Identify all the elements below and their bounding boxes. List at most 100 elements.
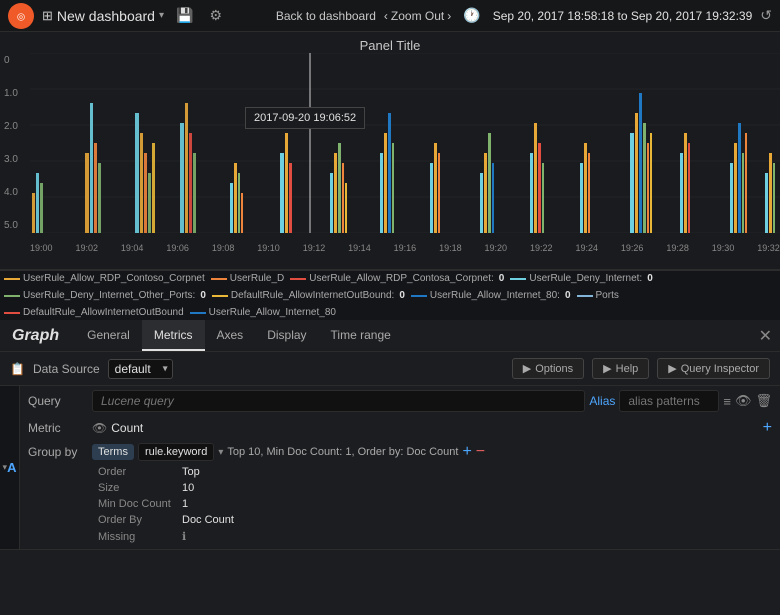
order-value: Top (182, 466, 200, 478)
legend-value-deny-other: 0 (200, 290, 206, 301)
legend-label-deny: UserRule_Deny_Internet: (529, 273, 642, 284)
legend-label-ports: Ports (596, 290, 619, 301)
legend-item-deny[interactable]: UserRule_Deny_Internet: 0 (510, 273, 652, 284)
legend-label-1: UserRule_D (230, 273, 284, 284)
missing-info-icon[interactable]: ℹ (182, 530, 186, 543)
tab-axes[interactable]: Axes (205, 320, 256, 351)
legend-item-allow-internet[interactable]: UserRule_Allow_Internet_80 (190, 307, 336, 318)
x-label-12: 19:24 (575, 243, 598, 253)
tab-general[interactable]: General (75, 320, 142, 351)
dashboard-breadcrumb[interactable]: ⊞ New dashboard ▾ (42, 8, 164, 24)
legend-color-0 (4, 278, 20, 280)
y-label-3: 3.0 (4, 154, 26, 165)
tooltip-time: 2017-09-20 19:06:52 (254, 112, 356, 124)
metric-eye-icon[interactable]: 👁 (92, 421, 107, 435)
query-eye-icon[interactable]: 👁 (735, 393, 752, 409)
sub-field-min-doc: Min Doc Count 1 (98, 496, 772, 512)
time-range-display: Sep 20, 2017 18:58:18 to Sep 20, 2017 19… (493, 9, 753, 23)
options-btn[interactable]: ▶ Options (512, 358, 584, 379)
legend-color-allow80 (411, 295, 427, 297)
y-label-5: 5.0 (4, 220, 26, 231)
tab-metrics[interactable]: Metrics (142, 320, 205, 351)
metric-label: Metric (28, 421, 88, 435)
y-label-2: 2.0 (4, 121, 26, 132)
chart-bars: // We'll generate bars via SVG rects inl… (30, 53, 780, 233)
dashboard-grid-icon: ⊞ (42, 8, 53, 24)
legend-item-ports[interactable]: Ports (577, 290, 619, 301)
alias-btn[interactable]: Alias (589, 394, 615, 408)
groupby-remove-btn[interactable]: − (476, 443, 485, 461)
zoom-out-btn[interactable]: ‹ Zoom Out › (384, 9, 451, 23)
x-label-4: 19:08 (212, 243, 235, 253)
legend-value-allow80: 0 (565, 290, 571, 301)
legend-item-default-out[interactable]: DefaultRule_AllowInternetOutBound (4, 307, 184, 318)
alias-input[interactable] (619, 390, 719, 412)
x-label-10: 19:20 (485, 243, 508, 253)
chart-title: Panel Title (0, 32, 780, 53)
refresh-icon[interactable]: ↺ (760, 7, 772, 24)
help-arrow-icon: ▶ (603, 362, 611, 375)
size-label: Size (98, 482, 178, 494)
legend-item-allow80[interactable]: UserRule_Allow_Internet_80: 0 (411, 290, 571, 301)
query-letter: A (7, 460, 16, 475)
legend-item-0[interactable]: UserRule_Allow_RDP_Contoso_Corpnet (4, 273, 205, 284)
settings-icon[interactable]: ⚙ (205, 7, 226, 24)
x-label-3: 19:06 (166, 243, 189, 253)
groupby-add-btn[interactable]: + (462, 443, 471, 461)
x-label-13: 19:26 (621, 243, 644, 253)
x-label-16: 19:32 (757, 243, 780, 253)
clock-icon: 🕐 (459, 7, 484, 24)
query-inspector-btn[interactable]: ▶ Query Inspector (657, 358, 770, 379)
chart-canvas: 5.0 4.0 3.0 2.0 1.0 0 (0, 53, 780, 253)
x-label-1: 19:02 (75, 243, 98, 253)
legend-value-default: 0 (399, 290, 405, 301)
tab-display[interactable]: Display (255, 320, 318, 351)
legend-item-rdp[interactable]: UserRule_Allow_RDP_Contosa_Corpnet: 0 (290, 273, 504, 284)
size-value: 10 (182, 482, 194, 494)
sub-field-size: Size 10 (98, 480, 772, 496)
missing-label: Missing (98, 531, 178, 543)
back-to-dashboard-btn[interactable]: Back to dashboard (276, 9, 376, 23)
legend-item-default[interactable]: DefaultRule_AllowInternetOutBound: 0 (212, 290, 405, 301)
legend-color-default (212, 295, 228, 297)
datasource-label: Data Source (33, 362, 100, 376)
sub-field-order-by: Order By Doc Count (98, 512, 772, 528)
x-label-6: 19:12 (303, 243, 326, 253)
left-arrow-icon: ‹ (384, 9, 388, 23)
dashboard-title: New dashboard (57, 8, 155, 24)
legend-value-rdp: 0 (499, 273, 505, 284)
datasource-select[interactable]: default (108, 359, 173, 379)
help-btn[interactable]: ▶ Help (592, 358, 649, 379)
legend-label-rdp: UserRule_Allow_RDP_Contosa_Corpnet: (309, 273, 494, 284)
y-label-1: 1.0 (4, 88, 26, 99)
chart-legend: UserRule_Allow_RDP_Contoso_Corpnet UserR… (0, 270, 780, 320)
groupby-field[interactable]: rule.keyword (138, 443, 214, 461)
options-arrow-icon: ▶ (523, 362, 531, 375)
panel-close-btn[interactable]: ✕ (759, 320, 780, 351)
order-by-label: Order By (98, 514, 178, 526)
x-label-0: 19:00 (30, 243, 53, 253)
right-arrow-icon: › (447, 9, 451, 23)
grafana-logo[interactable]: ◎ (8, 3, 34, 29)
y-axis: 5.0 4.0 3.0 2.0 1.0 0 (0, 53, 30, 233)
legend-item-deny-other[interactable]: UserRule_Deny_Internet_Other_Ports: 0 (4, 290, 206, 301)
x-axis: 19:00 19:02 19:04 19:06 19:08 19:10 19:1… (30, 243, 780, 253)
query-input[interactable] (92, 390, 585, 412)
x-label-14: 19:28 (666, 243, 689, 253)
tab-time-range[interactable]: Time range (319, 320, 403, 351)
top-nav: ◎ ⊞ New dashboard ▾ 💾 ⚙ Back to dashboar… (0, 0, 780, 32)
datasource-row: 📋 Data Source default ▶ Options ▶ Help ▶… (0, 352, 780, 386)
metric-row: Metric 👁 Count + (28, 416, 772, 440)
query-body: Query Alias ≡ 👁 🗑 Metric 👁 Count + Grou (20, 386, 780, 549)
x-label-8: 19:16 (394, 243, 417, 253)
groupby-tag[interactable]: Terms (92, 444, 134, 460)
save-icon[interactable]: 💾 (172, 7, 197, 24)
breadcrumb-chevron: ▾ (159, 10, 164, 21)
query-toggle-icon[interactable]: ≡ (723, 394, 731, 409)
query-delete-icon[interactable]: 🗑 (755, 393, 772, 409)
chart-area: Panel Title 5.0 4.0 3.0 2.0 1.0 0 (0, 32, 780, 270)
datasource-select-wrap: default (108, 359, 173, 379)
legend-item-1[interactable]: UserRule_D (211, 273, 284, 284)
metric-add-btn[interactable]: + (763, 419, 772, 437)
groupby-dropdown-icon[interactable]: ▾ (218, 447, 223, 458)
